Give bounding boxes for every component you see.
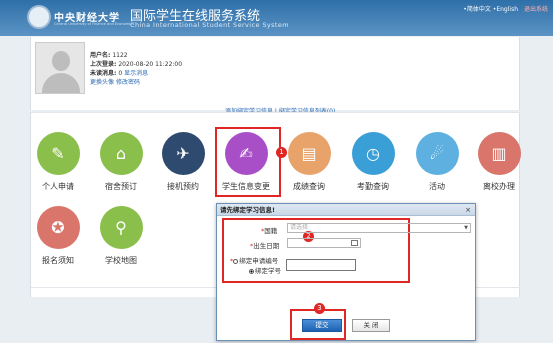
certificate-icon: ✪ [36, 206, 80, 249]
tile-label: 个人申请 [42, 182, 74, 191]
tile-airport-pickup[interactable]: ✈ 接机预约 [153, 132, 213, 192]
home-icon: ⌂ [99, 132, 143, 175]
step-badge-1: 1 [276, 147, 287, 158]
user-info: 用户名: 1122 上次登录: 2020-08-20 11:22:00 未读消息… [90, 51, 182, 87]
avatar [35, 42, 85, 94]
step-badge-3: 3 [314, 303, 325, 314]
tile-campus-map[interactable]: ⚲ 学校地图 [91, 206, 151, 266]
bind-number-input[interactable] [286, 259, 356, 271]
close-icon[interactable]: × [465, 206, 471, 214]
tile-personal-application[interactable]: ✎ 个人申请 [28, 132, 88, 192]
country-placeholder: 请选择 [290, 224, 309, 231]
change-password-link[interactable]: 修改密码 [116, 79, 140, 86]
calendar-icon [351, 240, 358, 246]
dialog-title: 请先绑定学习信息! [217, 204, 475, 216]
highlight-box [215, 127, 281, 197]
tile-label: 接机预约 [167, 182, 199, 191]
university-logo [27, 5, 51, 29]
tile-label: 成绩查询 [293, 182, 325, 191]
person-clock-icon: ◷ [351, 132, 395, 175]
radio-bind-application[interactable] [233, 258, 239, 264]
tile-activities[interactable]: ☄ 活动 [407, 132, 467, 192]
country-select[interactable]: 请选择 ▼ [287, 223, 471, 233]
tile-label: 宿舍预订 [105, 182, 137, 191]
last-login-value: 2020-08-20 11:22:00 [118, 61, 183, 68]
book-icon: ▤ [287, 132, 331, 175]
building-icon: ▥ [477, 132, 521, 175]
tile-label: 报名须知 [42, 256, 74, 265]
bind-info-dialog: 请先绑定学习信息! × 2 *国籍 请选择 ▼ *出生日期 * 绑定申请编号 绑定学… [216, 203, 476, 341]
tile-label: 考勤查询 [357, 182, 389, 191]
unread-count: 0 [118, 70, 123, 77]
last-login-label: 上次登录: [90, 61, 117, 68]
airplane-icon: ✈ [161, 132, 205, 175]
tile-attendance-query[interactable]: ◷ 考勤查询 [343, 132, 403, 192]
tile-dorm-booking[interactable]: ⌂ 宿舍预订 [91, 132, 151, 192]
tile-label: 活动 [429, 182, 445, 191]
university-name-en: Central University of Finance and Econom… [54, 22, 135, 26]
radio-bind-student-no[interactable] [249, 268, 254, 274]
system-subtitle: China International Student Service Syst… [130, 21, 289, 29]
running-icon: ☄ [415, 132, 459, 175]
submit-button[interactable]: 提交 [302, 319, 342, 332]
close-button[interactable]: 关 闭 [352, 319, 390, 332]
show-messages-link[interactable]: 显示消息 [124, 70, 148, 77]
username-label: 用户名: [90, 52, 111, 59]
tile-grades-query[interactable]: ▤ 成绩查询 [279, 132, 339, 192]
person-edit-icon: ✎ [36, 132, 80, 175]
user-panel: 用户名: 1122 上次登录: 2020-08-20 11:22:00 未读消息… [30, 37, 520, 115]
tile-label: 学校地图 [105, 256, 137, 265]
bind-app-no-label: 绑定申请编号 [239, 257, 279, 265]
tile-registration-notice[interactable]: ✪ 报名须知 [28, 206, 88, 266]
tile-leave-school[interactable]: ▥ 离校办理 [469, 132, 529, 192]
tile-label: 离校办理 [483, 182, 515, 191]
change-avatar-link[interactable]: 更换头像 [90, 79, 114, 86]
bind-student-no-label: 绑定学号 [255, 267, 281, 275]
language-switch[interactable]: •简体中文 •English [463, 4, 518, 13]
header: 中央财经大学 Central University of Finance and… [0, 0, 553, 36]
country-label: 国籍 [264, 227, 278, 235]
birth-date-input[interactable] [287, 238, 361, 248]
map-pin-icon: ⚲ [99, 206, 143, 249]
birth-date-label: 出生日期 [253, 242, 280, 250]
logout-link[interactable]: 退出系统 [524, 4, 548, 13]
chevron-down-icon: ▼ [464, 225, 468, 231]
username-value: 1122 [112, 52, 128, 59]
unread-label: 未读消息: [90, 70, 117, 77]
